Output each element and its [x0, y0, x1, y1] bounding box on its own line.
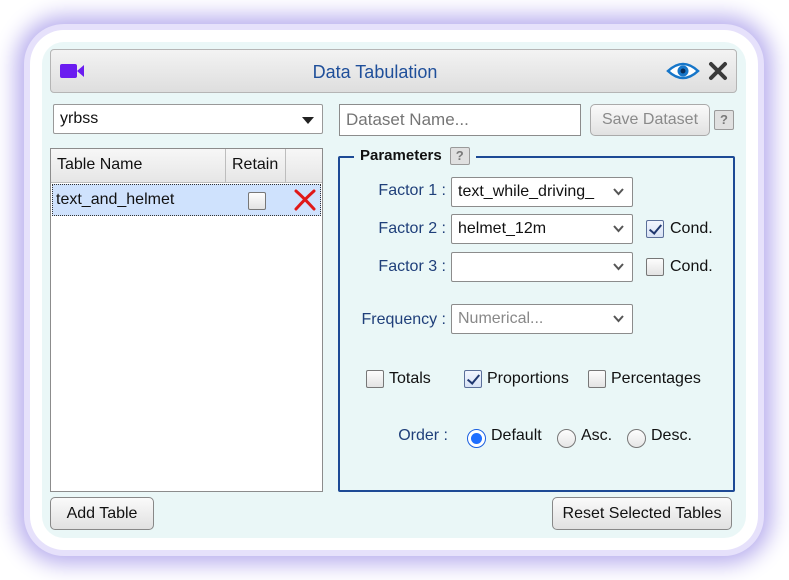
order-asc-label: Asc.	[581, 427, 613, 444]
factor1-label: Factor 1 :	[378, 182, 446, 199]
proportions-checkbox[interactable]	[464, 370, 482, 388]
totals-checkbox[interactable]	[366, 370, 384, 388]
eye-icon[interactable]	[666, 60, 700, 82]
column-header-retain[interactable]: Retain	[226, 149, 286, 183]
dropdown-arrow-icon	[302, 117, 314, 124]
video-camera-icon[interactable]	[58, 61, 86, 81]
order-label: Order :	[398, 427, 448, 444]
column-header-delete	[286, 149, 322, 183]
reset-selected-tables-button[interactable]: Reset Selected Tables	[552, 497, 732, 530]
proportions-label: Proportions	[487, 370, 569, 387]
factor2-cond-checkbox[interactable]	[646, 220, 664, 238]
save-dataset-button[interactable]: Save Dataset	[590, 104, 710, 136]
order-desc-radio[interactable]	[627, 429, 646, 448]
delete-icon[interactable]	[292, 188, 318, 212]
factor3-label: Factor 3 :	[378, 258, 446, 275]
factor2-cond-label: Cond.	[670, 220, 713, 237]
dataset-name-input[interactable]	[339, 104, 581, 136]
factor2-value: helmet_12m	[458, 220, 547, 237]
frequency-value: Numerical...	[458, 310, 544, 327]
frequency-select[interactable]: Numerical...	[451, 304, 633, 334]
retain-checkbox[interactable]	[248, 192, 266, 210]
percentages-checkbox[interactable]	[588, 370, 606, 388]
order-desc-label: Desc.	[651, 427, 692, 444]
factor2-select[interactable]: helmet_12m	[451, 214, 633, 244]
help-icon[interactable]: ?	[714, 110, 734, 130]
table-row-name: text_and_helmet	[56, 191, 175, 208]
table-list: Table Name Retain text_and_helmet	[50, 148, 323, 492]
factor1-select[interactable]: text_while_driving_	[451, 177, 633, 207]
factor2-label: Factor 2 :	[378, 220, 446, 237]
factor1-value: text_while_driving_	[458, 183, 595, 200]
percentages-label: Percentages	[611, 370, 701, 387]
factor3-select[interactable]	[451, 252, 633, 282]
factor3-cond-label: Cond.	[670, 258, 713, 275]
add-table-button[interactable]: Add Table	[50, 497, 154, 530]
parameters-title: Parameters	[360, 147, 442, 164]
table-header: Table Name Retain	[51, 149, 322, 183]
order-asc-radio[interactable]	[557, 429, 576, 448]
chevron-down-icon	[613, 263, 624, 271]
chevron-down-icon	[613, 315, 624, 323]
order-default-label: Default	[491, 427, 542, 444]
frequency-label: Frequency :	[361, 311, 446, 328]
chevron-down-icon	[613, 225, 624, 233]
chevron-down-icon	[613, 188, 624, 196]
order-default-radio[interactable]	[467, 429, 486, 448]
parameters-legend: Parameters?	[354, 146, 476, 168]
column-header-table-name[interactable]: Table Name	[51, 149, 226, 183]
totals-label: Totals	[389, 370, 431, 387]
window-title: Data Tabulation	[312, 62, 438, 82]
dataset-select[interactable]: yrbss	[53, 104, 323, 134]
factor3-cond-checkbox[interactable]	[646, 258, 664, 276]
table-row[interactable]: text_and_helmet	[52, 184, 321, 216]
dataset-select-value: yrbss	[60, 110, 99, 127]
help-icon[interactable]: ?	[449, 147, 470, 166]
close-icon[interactable]	[707, 60, 729, 82]
